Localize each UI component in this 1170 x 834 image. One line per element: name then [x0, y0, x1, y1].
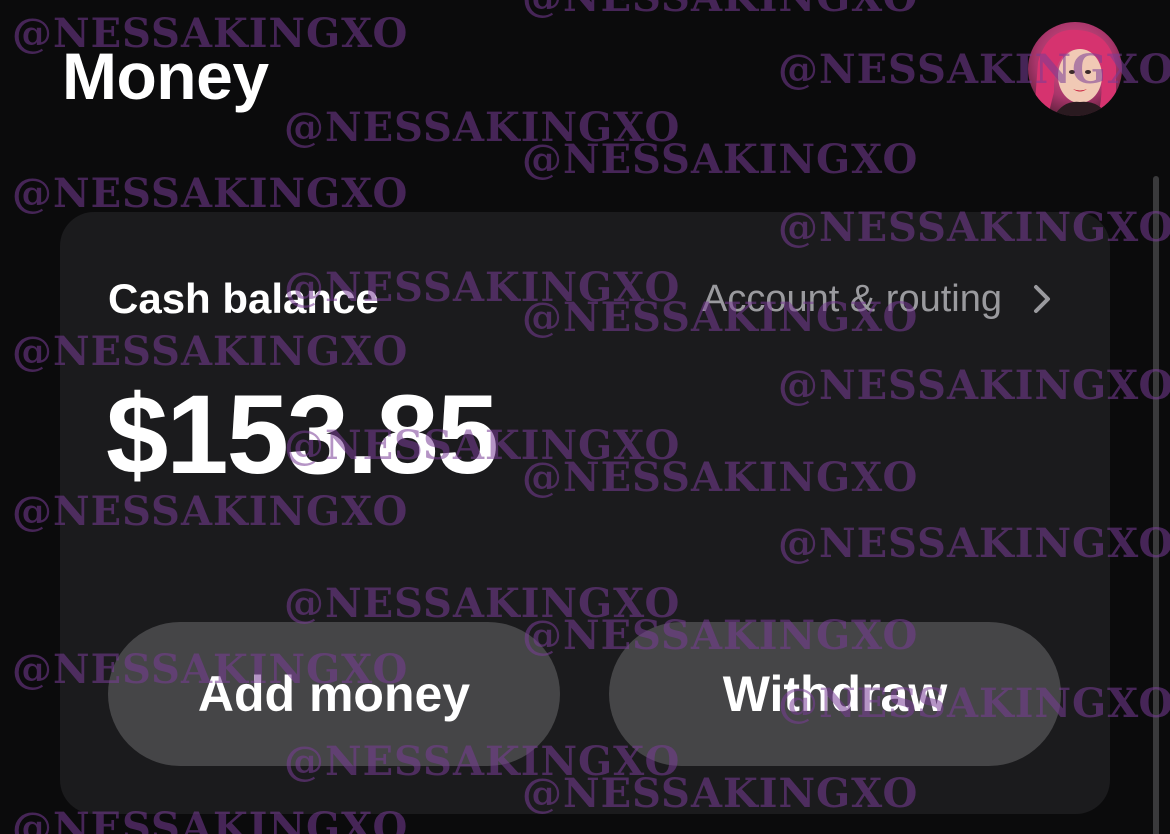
add-money-button[interactable]: Add money: [108, 622, 560, 766]
money-screen: Money Cash balance Account & routing $15…: [0, 0, 1170, 834]
cash-balance-label: Cash balance: [108, 275, 379, 322]
avatar[interactable]: [1028, 22, 1122, 116]
watermark-text: @NESSAKINGXO: [522, 0, 918, 21]
withdraw-button[interactable]: Withdraw: [609, 622, 1061, 766]
card-header: Cash balance Account & routing: [108, 274, 1052, 324]
watermark-text: @NESSAKINGXO: [522, 136, 919, 183]
watermark-text: @NESSAKINGXO: [12, 170, 409, 217]
chevron-right-icon: [1032, 283, 1052, 315]
account-routing-link[interactable]: Account & routing: [702, 274, 1052, 324]
watermark-text: @NESSAKINGXO: [284, 104, 681, 151]
scroll-indicator[interactable]: [1153, 176, 1159, 834]
account-routing-label: Account & routing: [702, 278, 1002, 320]
profile-avatar-image: [1028, 22, 1122, 116]
cash-balance-amount: $153.85: [106, 372, 499, 497]
page-title: Money: [62, 39, 269, 113]
cash-balance-card: Cash balance Account & routing $153.85 A…: [60, 212, 1110, 814]
